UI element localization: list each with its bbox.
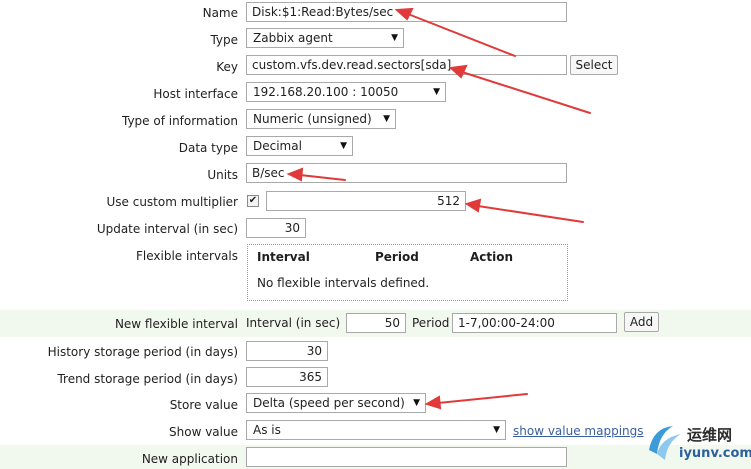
watermark-logo: 运维网 iyunv.com: [643, 418, 751, 466]
arrow-name: [407, 13, 516, 57]
watermark-cn: 运维网: [687, 426, 733, 444]
arrow-name-head: [394, 7, 414, 21]
arrow-store-value: [437, 393, 528, 404]
arrow-store-value-head: [424, 395, 442, 410]
arrow-key-head: [448, 64, 468, 79]
arrow-key: [461, 71, 591, 114]
arrow-units-head: [286, 167, 304, 182]
annotation-arrows: [286, 7, 591, 410]
arrow-units: [299, 174, 346, 181]
arrow-multiplier-head: [464, 198, 482, 213]
arrow-multiplier: [477, 205, 584, 223]
watermark-url: iyunv.com: [679, 446, 751, 461]
